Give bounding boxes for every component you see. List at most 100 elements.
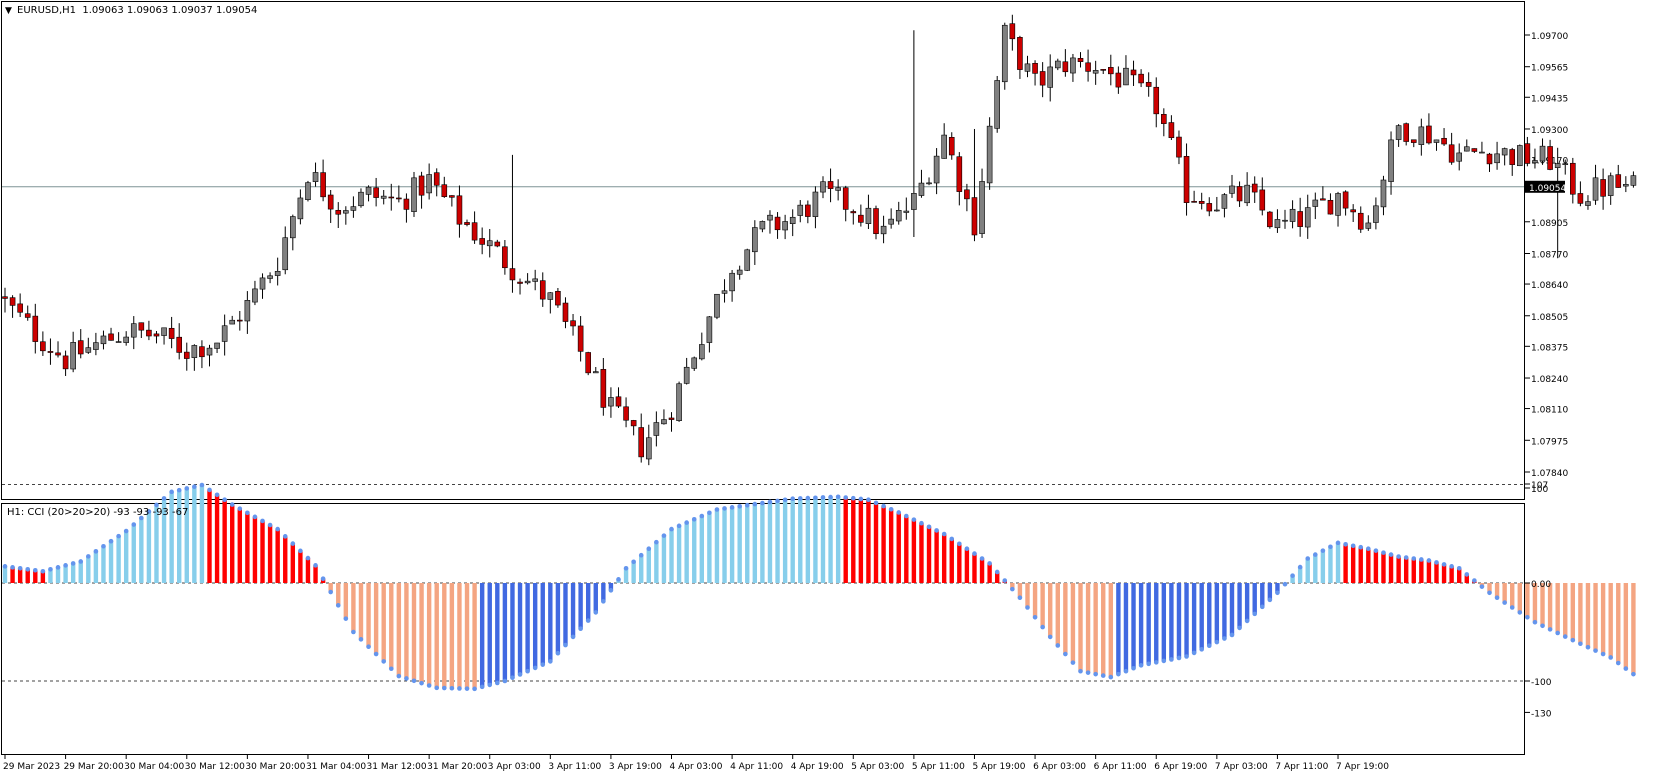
bull-candle <box>274 270 281 276</box>
cci-dot <box>994 569 1000 575</box>
bull-candle <box>115 341 122 343</box>
bull-candle <box>1229 185 1235 194</box>
cci-dot <box>881 503 886 509</box>
time-tick-label: 5 Apr 03:00 <box>851 762 904 772</box>
cci-bar <box>1570 583 1576 641</box>
cci-dot <box>1290 573 1295 578</box>
cci-bar <box>548 583 553 662</box>
cci-dot <box>267 522 273 528</box>
cci-dot <box>245 510 250 516</box>
cci-dot <box>2 564 8 569</box>
bull-candle <box>1221 194 1228 209</box>
cci-dot <box>1297 564 1303 570</box>
cci-dot <box>457 686 462 691</box>
cci-dot <box>608 588 614 593</box>
cci-dot <box>48 566 53 572</box>
cci-bar <box>1631 583 1636 675</box>
bear-candle <box>948 137 955 156</box>
bear-candle <box>373 187 379 198</box>
cci-bar <box>305 558 311 583</box>
cci-bar <box>1419 559 1424 583</box>
price-tick-label: 1.08110 <box>1531 406 1568 416</box>
bear-candle <box>774 216 781 231</box>
time-tick-label: 30 Mar 04:00 <box>124 762 184 772</box>
cci-bar <box>722 508 727 583</box>
time-tick-label: 6 Apr 03:00 <box>1033 762 1086 772</box>
bear-candle <box>1320 198 1326 201</box>
cci-dot <box>449 685 455 691</box>
cci-bar <box>351 583 356 632</box>
cci-bar <box>563 583 568 646</box>
cci-dot <box>86 554 91 559</box>
bull-candle <box>782 221 788 231</box>
bear-candle <box>502 246 508 269</box>
price-tick-label: 1.07975 <box>1531 437 1568 447</box>
cci-bar <box>70 563 76 583</box>
cci-dot <box>1615 660 1621 666</box>
cci-dot <box>1494 595 1500 600</box>
cci-bar <box>1563 583 1568 637</box>
bull-candle <box>1630 175 1637 186</box>
bull-candle <box>532 278 538 282</box>
cci-dot <box>805 495 811 501</box>
bull-candle <box>1123 67 1129 86</box>
cci-bar <box>1608 583 1613 658</box>
cci-dot <box>78 559 84 564</box>
cci-dot <box>366 644 371 649</box>
bull-candle <box>70 342 76 370</box>
cci-bar <box>1040 583 1045 628</box>
cci-dot <box>661 533 667 538</box>
dropdown-arrow-icon[interactable]: ▼ <box>5 6 12 16</box>
cci-dot <box>1017 595 1023 600</box>
cci-bar <box>972 553 977 583</box>
cci-dot <box>388 666 394 672</box>
bull-candle <box>1501 148 1508 156</box>
bull-candle <box>820 181 826 193</box>
bull-candle <box>1054 60 1061 69</box>
price-tick-label: 1.08905 <box>1531 219 1568 229</box>
cci-dot <box>1153 660 1159 665</box>
cci-bar <box>1260 583 1265 607</box>
cci-bar <box>767 501 773 583</box>
bull-candle <box>744 249 751 271</box>
bull-candle <box>941 134 947 159</box>
cci-bar <box>464 583 470 689</box>
cci-bar <box>1085 583 1091 673</box>
bear-candle <box>1176 136 1182 158</box>
bear-candle <box>1471 148 1478 152</box>
cci-dot <box>70 561 76 566</box>
bull-candle <box>721 290 728 294</box>
bull-candle <box>986 125 993 184</box>
cci-dot <box>1085 670 1091 675</box>
cci-dot <box>631 559 636 565</box>
cci-dot <box>1373 548 1379 553</box>
bull-candle <box>903 210 910 213</box>
time-tick-label: 6 Apr 19:00 <box>1154 762 1207 772</box>
cci-bar <box>434 583 439 688</box>
cci-bar <box>275 529 280 583</box>
bear-candle <box>168 327 175 339</box>
cci-bar <box>1229 583 1235 635</box>
cci-dot <box>260 518 265 524</box>
cci-bar <box>419 583 424 684</box>
price-tick-label: 1.08770 <box>1531 251 1568 261</box>
bull-candle <box>926 182 932 185</box>
cci-bar <box>214 494 220 583</box>
cci-dot <box>290 541 296 546</box>
cci-bar <box>707 512 712 583</box>
cci-dot <box>495 680 500 686</box>
bear-candle <box>971 197 978 236</box>
cci-dot <box>1547 627 1553 632</box>
cci-dot <box>199 482 205 488</box>
bear-candle <box>433 172 440 186</box>
cci-bar <box>873 502 879 583</box>
cci-bar <box>366 583 371 647</box>
bear-candle <box>1570 162 1576 195</box>
bull-candle <box>1517 145 1523 167</box>
cci-bar <box>1176 583 1182 658</box>
cci-bar <box>313 565 318 583</box>
cci-bar <box>358 583 364 640</box>
cci-dot <box>1426 558 1432 563</box>
cci-bar <box>578 583 583 629</box>
cci-dot <box>426 683 432 688</box>
